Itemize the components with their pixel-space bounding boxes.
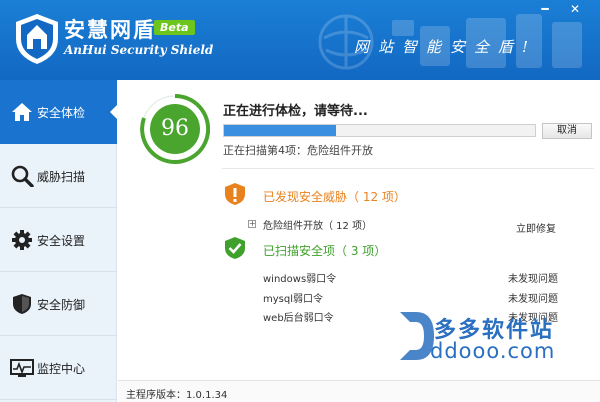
threats-heading: 已发现安全威胁（ 12 项） xyxy=(263,190,406,204)
beta-badge: Beta xyxy=(154,20,195,35)
safe-item-status: 未发现问题 xyxy=(508,274,558,285)
safe-items-heading: 已扫描安全项（ 3 项） xyxy=(263,244,387,258)
scan-status-title: 正在进行体检，请等待... xyxy=(223,104,368,119)
score-gauge: 96 xyxy=(140,93,211,164)
sidebar-item-label: 监控中心 xyxy=(37,362,86,376)
check-shield-icon xyxy=(225,237,245,259)
monitor-icon xyxy=(10,359,34,377)
score-value: 96 xyxy=(161,116,189,141)
title-bar: 安慧网盾 Beta AnHui Security Shield 网站智能安全盾!… xyxy=(0,0,600,80)
gear-icon xyxy=(12,230,32,250)
watermark-url: ddooo.com xyxy=(430,339,556,363)
app-subtitle: AnHui Security Shield xyxy=(64,43,214,57)
version-label: 主程序版本：1.0.1.34 xyxy=(126,390,228,401)
scan-progress-fill xyxy=(224,125,336,136)
sidebar-item-monitor-center[interactable]: 监控中心 xyxy=(0,336,117,400)
sidebar-item-security-defense[interactable]: 安全防御 xyxy=(0,272,117,336)
sidebar: 安全体检 威胁扫描 安全设置 安全防御 监控中心 xyxy=(0,80,118,402)
close-button[interactable]: ✕ xyxy=(568,2,582,16)
app-logo-icon xyxy=(16,14,58,64)
sidebar-item-health-check[interactable]: 安全体检 xyxy=(0,80,118,144)
fix-now-link[interactable]: 立即修复 xyxy=(516,220,556,235)
scan-current-item: 正在扫描第4项：危险组件开放 xyxy=(223,144,373,157)
status-bar: 主程序版本：1.0.1.34 xyxy=(118,380,600,402)
sidebar-item-threat-scan[interactable]: 威胁扫描 xyxy=(0,144,117,208)
expand-toggle[interactable]: + xyxy=(248,220,256,228)
home-icon xyxy=(12,103,32,121)
divider xyxy=(222,168,594,169)
minimize-button[interactable]: ━ xyxy=(538,2,552,16)
warning-shield-icon xyxy=(225,183,245,205)
magnifier-icon xyxy=(11,165,34,187)
safe-item-status: 未发现问题 xyxy=(508,294,558,305)
sidebar-item-label: 安全体检 xyxy=(37,106,86,120)
shield-icon xyxy=(13,294,31,314)
app-title: 安慧网盾 xyxy=(64,18,156,42)
sidebar-item-security-settings[interactable]: 安全设置 xyxy=(0,208,117,272)
cancel-button[interactable]: 取消 xyxy=(542,123,592,139)
scan-progress-bar xyxy=(223,124,536,137)
sidebar-item-label: 安全设置 xyxy=(37,234,86,248)
slogan: 网站智能安全盾! xyxy=(354,38,538,56)
sidebar-item-label: 安全防御 xyxy=(37,298,86,312)
sidebar-item-label: 威胁扫描 xyxy=(37,170,86,184)
